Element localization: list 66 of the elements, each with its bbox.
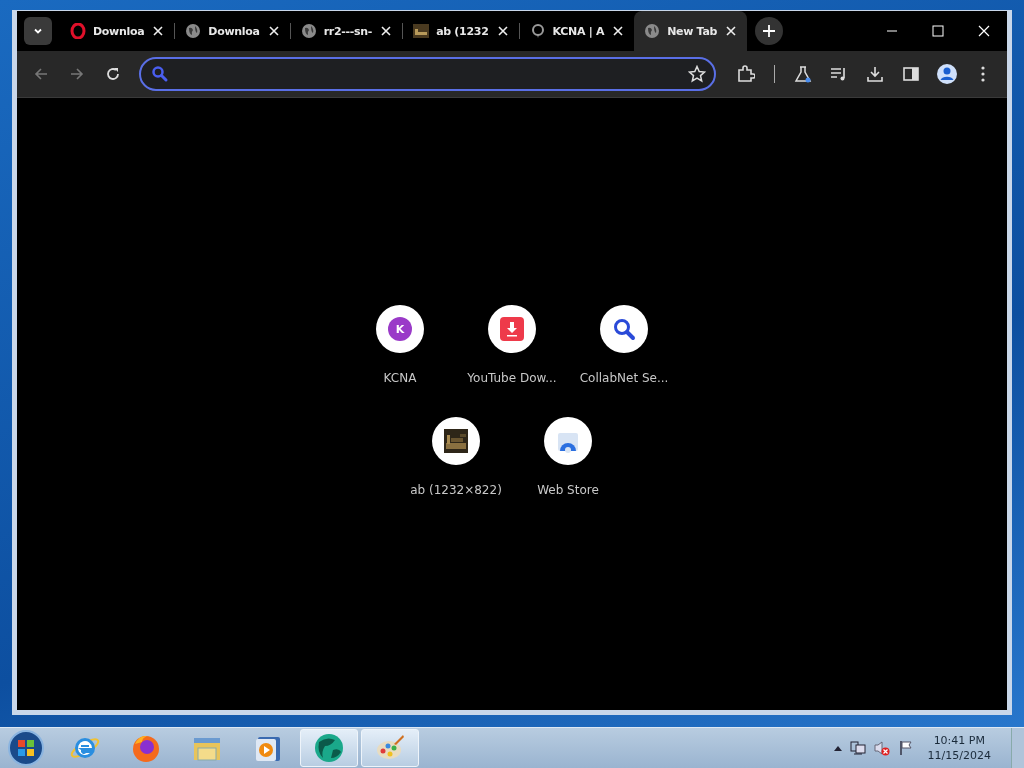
shortcut-tile[interactable] xyxy=(488,305,536,353)
folder-icon xyxy=(194,738,220,761)
browser-tab[interactable]: ab (1232 xyxy=(403,11,519,51)
image-icon xyxy=(413,23,430,39)
new-tab-button[interactable] xyxy=(755,17,784,45)
close-icon xyxy=(978,25,990,37)
browser-tab[interactable]: Downloa xyxy=(60,11,175,51)
network-icon[interactable] xyxy=(849,740,866,756)
taskbar-app-button[interactable] xyxy=(361,729,419,767)
opera-icon xyxy=(70,23,86,39)
shortcut-tile[interactable]: K xyxy=(376,305,424,353)
shortcut-label[interactable]: ab (1232×822) xyxy=(410,483,502,497)
download-icon xyxy=(500,317,524,341)
globe-icon xyxy=(185,23,202,39)
clock[interactable]: 10:41 PM 11/15/2024 xyxy=(927,733,991,763)
browser-tab[interactable]: New Tab xyxy=(634,11,748,51)
browser-tab[interactable]: KCNA | A xyxy=(519,11,635,51)
globe-icon xyxy=(300,23,317,39)
globe-icon xyxy=(644,23,661,39)
bookmark-star-icon[interactable] xyxy=(688,65,706,83)
shortcut-tile[interactable] xyxy=(432,417,480,465)
download-icon xyxy=(866,65,884,83)
side-panel-icon xyxy=(902,65,920,83)
close-icon[interactable] xyxy=(151,24,166,38)
start-button[interactable] xyxy=(6,728,46,768)
paint-palette-icon xyxy=(377,735,404,759)
shortcut-label[interactable]: YouTube Dow... xyxy=(467,371,557,385)
clock-date: 11/15/2024 xyxy=(927,748,991,763)
forward-arrow-icon xyxy=(69,66,85,82)
muted-speaker-icon[interactable] xyxy=(873,740,890,756)
close-icon[interactable] xyxy=(495,24,510,38)
plus-icon xyxy=(762,24,777,38)
close-icon[interactable] xyxy=(724,24,739,38)
media-player-icon xyxy=(256,737,280,761)
reload-icon xyxy=(105,66,121,82)
firefox-icon xyxy=(133,735,159,762)
browser-tab[interactable]: Downloa xyxy=(175,11,290,51)
playlist-icon xyxy=(830,65,848,83)
shortcut-tile[interactable] xyxy=(544,417,592,465)
search-icon xyxy=(612,317,636,341)
globe-icon xyxy=(315,734,343,762)
close-icon[interactable] xyxy=(611,24,626,38)
shortcut-label[interactable]: Web Store xyxy=(537,483,599,497)
back-arrow-icon xyxy=(33,66,49,82)
tab-search-button[interactable] xyxy=(24,17,52,45)
address-bar[interactable] xyxy=(139,57,716,91)
avatar-icon xyxy=(936,63,958,85)
menu-icon xyxy=(981,66,985,82)
close-icon[interactable] xyxy=(379,24,394,38)
close-icon[interactable] xyxy=(266,24,281,38)
pin-icon xyxy=(529,23,546,39)
puzzle-icon xyxy=(737,65,755,83)
show-hidden-icons-icon[interactable] xyxy=(833,745,842,751)
browser-tab[interactable]: rr2---sn- xyxy=(290,11,403,51)
windows-logo-icon xyxy=(6,728,46,768)
flask-icon xyxy=(794,65,812,83)
letter-icon: K xyxy=(388,317,412,341)
internet-explorer-icon xyxy=(70,738,100,758)
search-icon xyxy=(151,65,169,83)
shortcut-label[interactable]: CollabNet Se... xyxy=(579,371,669,385)
clock-time: 10:41 PM xyxy=(933,733,985,748)
maximize-icon xyxy=(932,25,944,37)
shortcut-label[interactable]: KCNA xyxy=(383,371,417,385)
shortcut-tile[interactable] xyxy=(600,305,648,353)
taskbar-app-button[interactable] xyxy=(300,729,358,767)
flag-icon[interactable] xyxy=(897,740,914,756)
